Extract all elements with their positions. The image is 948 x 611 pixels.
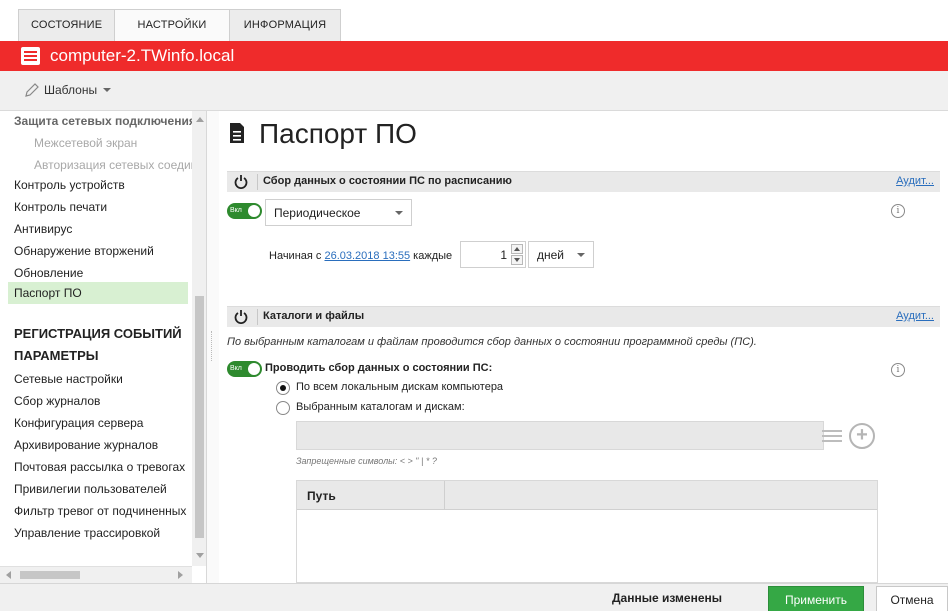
sidebar-item-firewall: Межсетевой экран [34,136,138,150]
sidebar-item-log-archiving[interactable]: Архивирование журналов [14,438,192,452]
toggle-knob [248,363,260,375]
scroll-thumb[interactable] [195,296,204,538]
splitter-grip[interactable] [211,331,213,361]
server-icon [21,47,40,65]
power-icon[interactable] [234,174,248,189]
tab-info[interactable]: ИНФОРМАЦИЯ [229,9,341,41]
section-schedule-title: Сбор данных о состоянии ПС по расписанию [263,175,512,187]
sidebar-item-intrusion[interactable]: Обнаружение вторжений [14,244,192,258]
start-prefix: Начиная с [269,250,322,262]
sidebar-item-update[interactable]: Обновление [14,266,192,280]
list-icon[interactable] [819,424,847,448]
radio-selected-dirs-label[interactable]: Выбранным каталогам и дискам: [296,401,465,413]
sidebar-horizontal-scrollbar[interactable] [0,566,192,583]
toggle-label: Вкл [230,365,242,372]
column-path-header[interactable]: Путь [297,481,445,510]
sidebar-section-event-registration: РЕГИСТРАЦИЯ СОБЫТИЙ [14,326,182,341]
footer: Данные изменены Применить Отмена [0,583,948,611]
divider [257,309,258,325]
paths-table: Путь [296,480,878,583]
schedule-mode-value: Периодическое [274,206,361,220]
chevron-down-icon [103,88,112,92]
interval-unit-select[interactable]: дней [528,241,594,268]
stepper-down-button[interactable] [511,255,523,265]
radio-selected-dirs[interactable] [276,401,290,415]
divider [257,174,258,190]
tabstrip: СОСТОЯНИЕ НАСТРОЙКИ ИНФОРМАЦИЯ [18,9,341,41]
sidebar: Защита сетевых подключения Межсетевой эк… [0,111,207,583]
info-icon[interactable]: i [891,204,905,218]
scroll-left-icon[interactable] [6,571,11,579]
sidebar-item-alert-mailing[interactable]: Почтовая рассылка о тревогах [14,460,192,474]
radio-all-disks-label[interactable]: По всем локальным дискам компьютера [296,381,503,393]
tab-state[interactable]: СОСТОЯНИЕ [18,9,115,41]
cancel-button[interactable]: Отмена [876,586,948,611]
radio-all-disks[interactable] [276,381,290,395]
interval-value[interactable]: 1 [500,248,507,262]
sidebar-item-network-auth: Авторизация сетевых соединений [34,158,192,172]
templates-button[interactable]: Шаблоны [24,82,112,98]
pane-splitter[interactable] [207,111,219,583]
pencil-icon [25,83,39,97]
scroll-right-icon[interactable] [178,571,183,579]
forbidden-chars-hint: Запрещенные символы: < > " | * ? [296,456,437,466]
sidebar-item-network-settings[interactable]: Сетевые настройки [14,372,192,386]
tab-bar: СОСТОЯНИЕ НАСТРОЙКИ ИНФОРМАЦИЯ [0,0,948,41]
toggle-label: Вкл [230,207,242,214]
tab-settings[interactable]: НАСТРОЙКИ [114,9,230,41]
sidebar-item-antivirus[interactable]: Антивирус [14,222,192,236]
sidebar-section-parameters: ПАРАМЕТРЫ [14,348,99,363]
collect-label: Проводить сбор данных о состоянии ПС: [265,362,493,374]
apply-button[interactable]: Применить [768,586,864,611]
section-catalogs-header: Каталоги и файлы Аудит... [227,306,940,327]
catalogs-toggle[interactable]: Вкл [227,361,262,377]
sidebar-vertical-scrollbar[interactable] [192,111,206,566]
schedule-toggle[interactable]: Вкл [227,203,262,219]
section-catalogs-title: Каталоги и файлы [263,310,365,322]
start-date-link[interactable]: 26.03.2018 13:55 [324,250,410,262]
sidebar-item-user-privileges[interactable]: Привилегии пользователей [14,482,192,496]
sidebar-item-device-control[interactable]: Контроль устройств [14,178,192,192]
column-path-label: Путь [307,489,336,503]
document-icon [230,123,244,143]
section-schedule-header: Сбор данных о состоянии ПС по расписанию… [227,171,940,192]
schedule-mode-select[interactable]: Периодическое [265,199,412,226]
catalogs-description: По выбранным каталогам и файлам проводит… [227,336,757,348]
chevron-down-icon [395,211,403,215]
status-text: Данные изменены [612,591,722,605]
info-icon[interactable]: i [891,363,905,377]
sidebar-item-network-protection[interactable]: Защита сетевых подключения [14,114,192,128]
audit-link[interactable]: Аудит... [896,310,934,322]
scroll-up-icon[interactable] [196,117,204,122]
sidebar-item-software-passport[interactable]: Паспорт ПО [8,282,188,304]
computer-name: computer-2.TWinfo.local [50,46,235,65]
computer-header: computer-2.TWinfo.local [0,41,948,71]
scroll-down-icon[interactable] [196,553,204,558]
chevron-down-icon [577,253,585,257]
stepper-up-button[interactable] [511,244,523,254]
sidebar-item-tracing[interactable]: Управление трассировкой [14,526,192,540]
interval-unit-value: дней [537,248,565,262]
toggle-knob [248,205,260,217]
table-header: Путь [297,481,877,510]
stepper-buttons [511,244,523,265]
path-input[interactable] [296,421,824,450]
interval-stepper[interactable]: 1 [460,241,526,268]
audit-link[interactable]: Аудит... [896,175,934,187]
page-title: Паспорт ПО [259,118,417,149]
sidebar-item-server-config[interactable]: Конфигурация сервера [14,416,192,430]
add-icon[interactable]: + [849,423,875,449]
start-date-label: Начиная с 26.03.2018 13:55 каждые [269,250,452,262]
every-label: каждые [413,250,453,262]
scroll-thumb-horizontal[interactable] [20,571,80,579]
templates-label: Шаблоны [44,83,98,97]
main-panel: Паспорт ПО Сбор данных о состоянии ПС по… [219,111,948,583]
sidebar-item-log-collection[interactable]: Сбор журналов [14,394,192,408]
sidebar-item-print-control[interactable]: Контроль печати [14,200,192,214]
toolbar: Шаблоны [0,71,948,111]
power-icon[interactable] [234,309,248,324]
sidebar-item-alert-filter[interactable]: Фильтр тревог от подчиненных [14,504,192,518]
